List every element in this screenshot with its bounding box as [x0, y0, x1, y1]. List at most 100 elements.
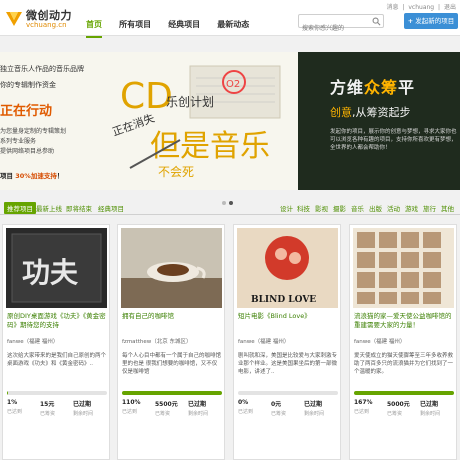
nav-latest-news[interactable]: 最新动态	[217, 19, 249, 36]
category-events[interactable]: 活动	[387, 203, 400, 213]
stat-value: 15元	[40, 401, 55, 408]
project-title[interactable]: 短片电影《Blind Love》	[238, 312, 338, 321]
project-author[interactable]: fzmatthew（北京 东城区）	[122, 337, 191, 345]
category-tech[interactable]: 科技	[297, 203, 310, 213]
tab-classic[interactable]: 经典项目	[98, 203, 124, 213]
divider	[0, 214, 460, 215]
category-photo[interactable]: 摄影	[333, 203, 346, 213]
banner-detail: 系列专业服务	[0, 138, 37, 145]
project-stats: 1% 已达到 15元 已筹资 已过期 剩余时间	[7, 399, 107, 419]
category-travel[interactable]: 旅行	[423, 203, 436, 213]
project-title[interactable]: 流浪猫的家—爱天使公益咖啡馆的重建需要大家的力量！	[354, 312, 454, 330]
project-card[interactable]: 拥有自己的咖啡馆 fzmatthew（北京 东城区） 每个人心目中都有一个属于自…	[117, 224, 225, 460]
thumbnail-text: 功夫	[22, 256, 79, 289]
project-stats: 110% 已达到 5500元 已筹资 已过期 剩余时间	[122, 399, 222, 419]
stat-value: 0%	[238, 399, 249, 406]
tab-new[interactable]: 最新上线	[36, 203, 62, 213]
project-card[interactable]: 功夫 原创DIY桌面游戏《功夫》《黄金密码》期待您的支持 fanwe（福建 福州…	[2, 224, 110, 460]
stat-label: 已筹资	[40, 411, 56, 417]
banner-slide-crowdfunding: 方维众筹平 创意,从筹资起步 发起你的项目，展示你的创意与梦想，寻求大家你也可以…	[298, 52, 460, 190]
banner-promo: 项目 30%加速支持！	[0, 172, 64, 180]
project-author[interactable]: fanwe（福建 福州）	[354, 337, 405, 345]
banner-detail: 提供网络项目总参助	[0, 148, 55, 155]
stat-value: 已过期	[188, 401, 207, 408]
thumbnail-text: BLIND LOVE	[251, 295, 316, 305]
stat-label: 已达到	[7, 409, 23, 415]
separator: |	[402, 4, 405, 11]
stat-value: 0元	[271, 401, 282, 408]
banner-art-plan: 乐创计划	[166, 95, 214, 109]
logo-mark-icon	[6, 12, 22, 26]
logo[interactable]: 微创动力 vchuang.cn	[4, 6, 84, 32]
banner-right-title: 方维众筹平	[330, 78, 416, 97]
category-film[interactable]: 影视	[315, 203, 328, 213]
project-author[interactable]: fanwe（福建 福州）	[238, 337, 289, 345]
banner-detail: 为您量身定制的专辑策划	[0, 128, 67, 135]
plus-icon: +	[407, 17, 414, 25]
tab-recommended[interactable]: 推荐项目	[4, 202, 36, 214]
project-thumbnail[interactable]: 功夫	[6, 228, 107, 308]
nav-classic-projects[interactable]: 经典项目	[168, 19, 200, 36]
search-icon[interactable]	[372, 17, 381, 26]
project-description: 这次给大家带来的是我们自己原创的两个桌面游戏《功夫》和《黄金密码》..	[7, 353, 107, 367]
user-links: 消息 | vchuang | 退出	[384, 2, 456, 11]
stat-label: 剩余时间	[420, 411, 441, 417]
page: 微创动力 vchuang.cn 首页 所有项目 经典项目 最新动态 消息 | v…	[0, 0, 460, 460]
project-thumbnail[interactable]: BLIND LOVE	[237, 228, 338, 308]
project-title[interactable]: 原创DIY桌面游戏《功夫》《黄金密码》期待您的支持	[7, 312, 107, 330]
banner-slide-music: 独立音乐人作品的音乐品牌 你的专辑制作资金 正在行动 为您量身定制的专辑策划 系…	[0, 52, 298, 190]
banner-art-o2: O2	[226, 79, 240, 90]
project-thumbnail[interactable]	[353, 228, 454, 308]
project-stats: 167% 已达到 5000元 已筹资 已过期 剩余时间	[354, 399, 454, 419]
progress-fill	[354, 391, 454, 395]
banner-right-text: 发起你的项目，展示你的创意与梦想，寻求大家你也可以浏览各种有趣的项目，支持你所喜…	[330, 129, 457, 151]
separator: |	[438, 4, 441, 11]
nav-all-projects[interactable]: 所有项目	[119, 19, 151, 36]
stat-label: 已达到	[354, 409, 370, 415]
search-input[interactable]	[299, 22, 371, 35]
project-thumbnail[interactable]	[121, 228, 222, 308]
project-description: 每个人心目中都有一个属于自己的咖啡馆里的也是 很我们想要的咖啡馆，又不仅仅是咖啡…	[122, 353, 222, 375]
logo-domain: vchuang.cn	[26, 21, 67, 29]
progress-bar	[7, 391, 107, 395]
publish-label: 发起新的项目	[415, 17, 455, 25]
nav-home[interactable]: 首页	[86, 19, 102, 38]
hero-banner[interactable]: 独立音乐人作品的音乐品牌 你的专辑制作资金 正在行动 为您量身定制的专辑策划 系…	[0, 52, 460, 190]
progress-bar	[238, 391, 338, 395]
stat-label: 已筹资	[155, 411, 171, 417]
stat-value: 110%	[122, 399, 141, 406]
category-publish[interactable]: 出版	[369, 203, 382, 213]
progress-bar	[122, 391, 222, 395]
stat-value: 167%	[354, 399, 373, 406]
stat-label: 剩余时间	[304, 411, 325, 417]
stat-value: 1%	[7, 399, 18, 406]
category-music[interactable]: 音乐	[351, 203, 364, 213]
project-card[interactable]: BLIND LOVE 短片电影《Blind Love》 fanwe（福建 福州）…	[233, 224, 341, 460]
stat-label: 已筹资	[387, 411, 403, 417]
banner-line: 独立音乐人作品的音乐品牌	[0, 65, 84, 73]
stat-label: 剩余时间	[73, 411, 94, 417]
messages-link[interactable]: 消息	[386, 4, 398, 11]
banner-line: 你的专辑制作资金	[0, 81, 56, 89]
progress-fill	[122, 391, 222, 395]
category-games[interactable]: 游戏	[405, 203, 418, 213]
username-link[interactable]: vchuang	[408, 4, 434, 11]
main-nav: 首页 所有项目 经典项目 最新动态	[86, 12, 261, 38]
banner-art-never: 不会死	[158, 165, 194, 179]
project-author[interactable]: fanwe（福建 福州）	[7, 337, 58, 345]
top-header: 微创动力 vchuang.cn 首页 所有项目 经典项目 最新动态 消息 | v…	[0, 0, 460, 38]
stat-value: 5500元	[155, 401, 178, 408]
stat-value: 5000元	[387, 401, 410, 408]
stat-label: 已筹资	[271, 411, 287, 417]
progress-fill	[7, 391, 8, 395]
project-title[interactable]: 拥有自己的咖啡馆	[122, 312, 222, 321]
logout-link[interactable]: 退出	[444, 4, 456, 11]
banner-art: CD 乐创计划 O2 正在消失 但是音乐 不会死	[110, 65, 281, 179]
category-other[interactable]: 其他	[441, 203, 454, 213]
category-design[interactable]: 设计	[280, 203, 293, 213]
project-description: 剧叫就和深，美国是比较爱与大家刺激专业那个样业。这是美国果坐后的第一部微电影，讲…	[238, 353, 338, 375]
project-card[interactable]: 流浪猫的家—爱天使公益咖啡馆的重建需要大家的力量！ fanwe（福建 福州） 爱…	[349, 224, 457, 460]
publish-project-button[interactable]: + 发起新的项目	[404, 13, 458, 29]
stat-label: 剩余时间	[188, 411, 209, 417]
tab-ending-soon[interactable]: 即将结束	[66, 203, 92, 213]
